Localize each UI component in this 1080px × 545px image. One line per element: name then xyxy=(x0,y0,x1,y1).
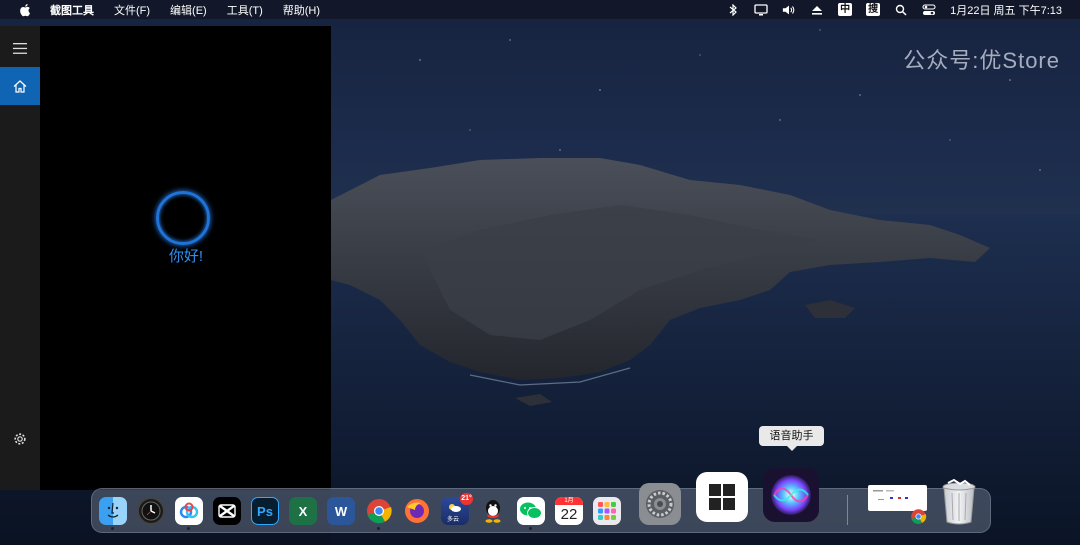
calendar-month: 1月 xyxy=(555,497,583,505)
calendar-icon[interactable]: 1月 22 xyxy=(555,497,583,525)
hamburger-menu-button[interactable] xyxy=(0,29,40,67)
volume-icon[interactable] xyxy=(782,3,796,17)
cortana-panel: 你好! xyxy=(0,26,331,490)
dock-tooltip: 语音助手 xyxy=(759,426,824,451)
wechat-icon[interactable] xyxy=(517,497,545,525)
gear-icon xyxy=(14,433,26,445)
word-icon[interactable]: W xyxy=(327,497,355,525)
siri-icon[interactable] xyxy=(763,468,819,522)
excel-label: X xyxy=(298,503,308,519)
dock: Ps X W 多云 21° 1月 22 xyxy=(91,468,991,533)
app-name-menu[interactable]: 截图工具 xyxy=(50,2,94,18)
qq-icon[interactable] xyxy=(479,497,507,525)
chrome-icon[interactable] xyxy=(365,497,393,525)
hamburger-icon xyxy=(13,42,27,54)
word-label: W xyxy=(334,503,348,519)
sogou-icon[interactable]: 搜 xyxy=(866,3,881,17)
eject-icon[interactable] xyxy=(810,3,824,17)
menu-file[interactable]: 文件(F) xyxy=(114,2,150,18)
menu-tools[interactable]: 工具(T) xyxy=(227,2,263,18)
baidu-netdisk-icon[interactable] xyxy=(175,497,203,525)
home-button[interactable] xyxy=(0,67,40,105)
menu-bar: 截图工具 文件(F) 编辑(E) 工具(T) 帮助(H) 中 搜 1月22日 周… xyxy=(0,0,1080,19)
calendar-day: 22 xyxy=(560,506,578,523)
apple-menu-icon[interactable] xyxy=(18,3,32,17)
spotlight-search-icon[interactable] xyxy=(894,3,908,17)
weather-caption: 多云 xyxy=(447,517,460,523)
weather-badge: 21° xyxy=(460,493,473,505)
input-method-icon[interactable]: 中 xyxy=(838,3,853,17)
watermark-text: 公众号:优Store xyxy=(903,48,1060,73)
excel-icon[interactable]: X xyxy=(289,497,317,525)
finder-icon[interactable] xyxy=(99,497,127,525)
bluetooth-icon[interactable] xyxy=(726,3,740,17)
settings-button[interactable] xyxy=(0,420,40,458)
menu-help[interactable]: 帮助(H) xyxy=(283,2,320,18)
trash-icon[interactable] xyxy=(939,476,979,528)
dock-separator xyxy=(847,495,848,525)
photoshop-icon[interactable]: Ps xyxy=(251,497,279,525)
home-icon xyxy=(13,79,27,93)
menu-edit[interactable]: 编辑(E) xyxy=(170,2,207,18)
clock-icon[interactable] xyxy=(137,497,165,525)
cortana-ring-icon[interactable] xyxy=(156,191,210,245)
sogou-label: 搜 xyxy=(866,3,881,16)
firefox-icon[interactable] xyxy=(403,497,431,525)
photoshop-label: Ps xyxy=(257,503,273,519)
weather-icon[interactable]: 多云 21° xyxy=(441,493,473,525)
display-icon[interactable] xyxy=(754,3,768,17)
chrome-badge-icon xyxy=(910,508,927,525)
cortana-nav-rail xyxy=(0,26,40,490)
menubar-clock[interactable]: 1月22日 周五 下午7:13 xyxy=(950,2,1062,18)
system-preferences-icon[interactable] xyxy=(639,483,681,525)
capcut-icon[interactable] xyxy=(213,497,241,525)
control-center-icon[interactable] xyxy=(922,3,936,17)
launchpad-icon[interactable] xyxy=(593,497,621,525)
cortana-greeting: 你好! xyxy=(168,248,204,265)
input-method-label: 中 xyxy=(838,3,853,16)
windows-start-icon[interactable] xyxy=(696,472,748,522)
